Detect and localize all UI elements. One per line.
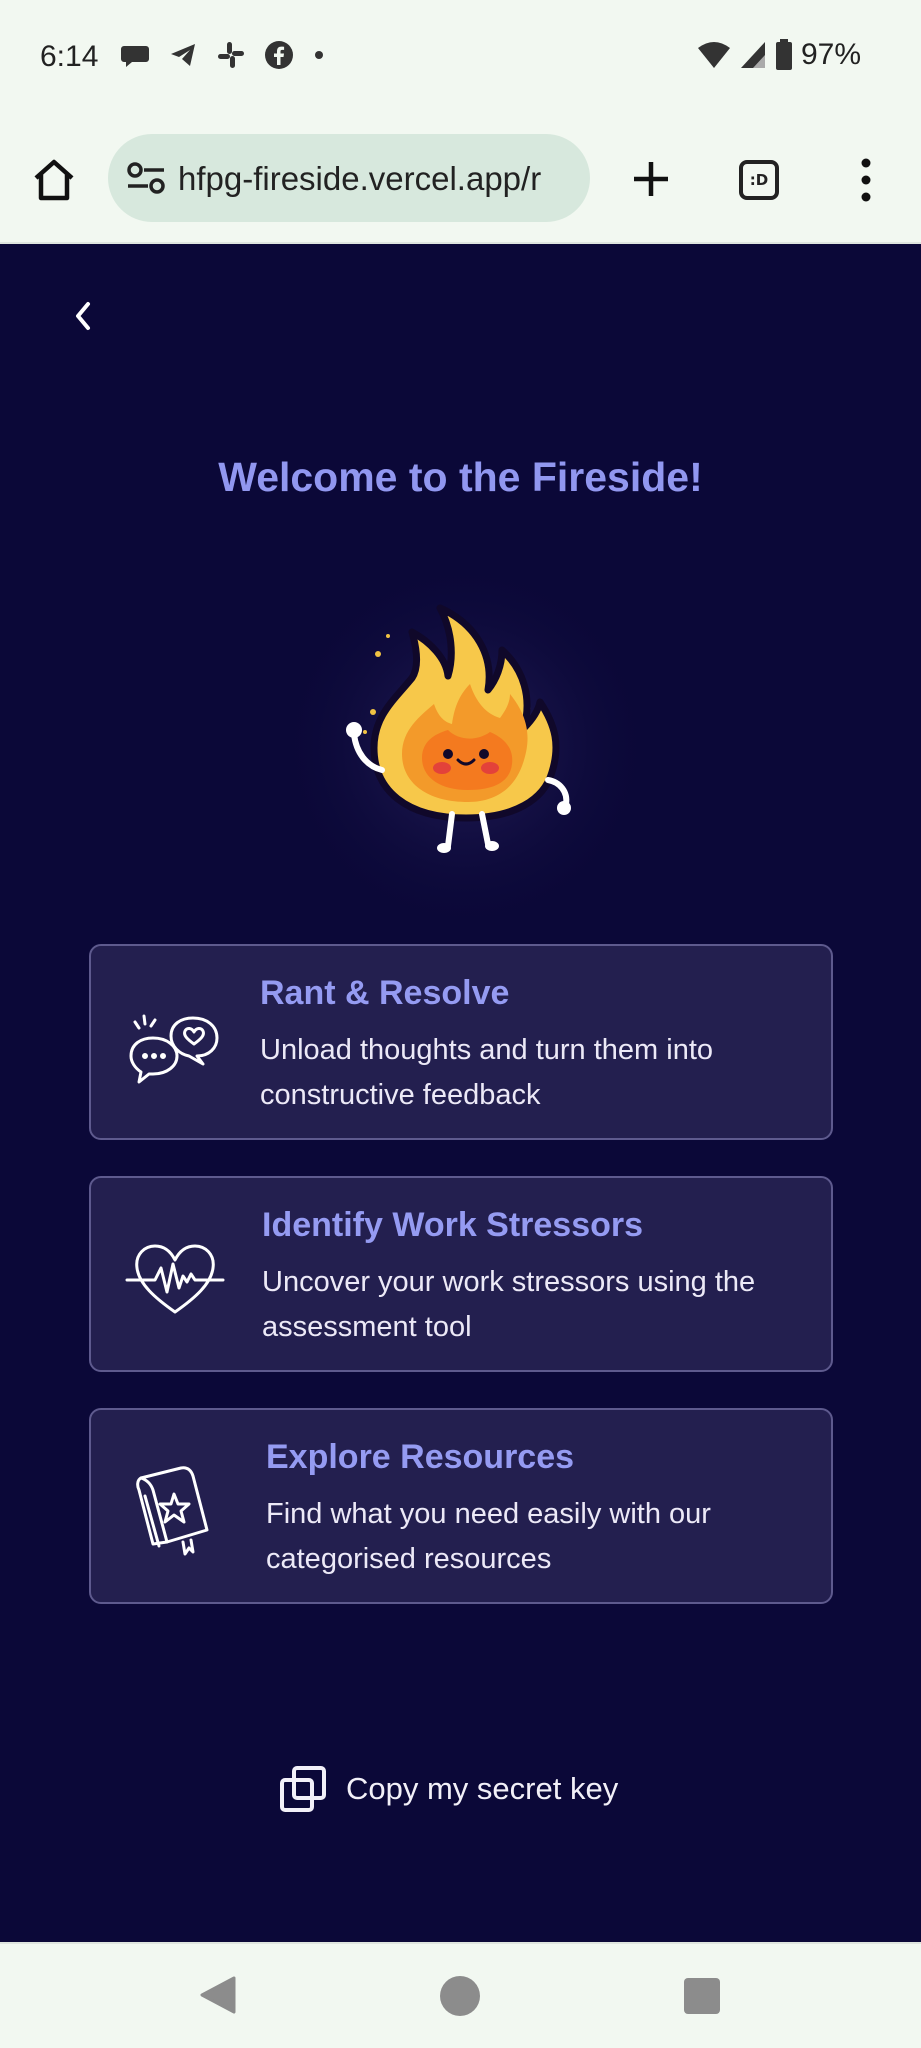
system-nav-bar [0,1942,921,2048]
copy-secret-key-button[interactable]: Copy my secret key [280,1766,618,1812]
card-rant-resolve[interactable]: Rant & Resolve Unload thoughts and turn … [89,944,833,1140]
browser-toolbar: hfpg-fireside.vercel.app/r :D [0,118,921,244]
card-explore-resources[interactable]: Explore Resources Find what you need eas… [89,1408,833,1604]
fire-mascot-illustration [275,556,650,936]
notification-icons [120,40,326,70]
back-chevron-icon[interactable] [64,296,104,336]
page-title: Welcome to the Fireside! [218,454,703,500]
site-settings-icon[interactable] [126,160,166,196]
page-content: Welcome to the Fireside! Rant & Resolve … [0,246,921,1942]
card-title: Rant & Resolve [260,974,510,1012]
slack-icon [218,42,244,68]
card-description: Unload thoughts and turn them into const… [260,1034,714,1111]
status-right: 97% [697,38,861,72]
nav-recents-icon[interactable] [684,1978,720,2014]
status-time: 6:14 [40,40,99,73]
copy-secret-key-label: Copy my secret key [346,1771,619,1806]
facebook-icon [265,41,293,69]
home-icon[interactable] [30,156,78,204]
card-identify-work-stressors[interactable]: Identify Work Stressors Uncover your wor… [89,1176,833,1372]
battery-percent: 97% [800,38,861,71]
url-text: hfpg-fireside.vercel.app/r [178,160,542,197]
chat-bubbles-heart-icon [129,1014,219,1084]
tab-switcher-button[interactable]: :D [739,160,779,200]
status-bar: 6:14 97% [0,0,921,118]
new-tab-icon[interactable] [626,154,676,204]
wifi-icon [697,42,730,68]
card-title: Explore Resources [266,1438,575,1476]
nav-back-icon[interactable] [198,1974,238,2016]
copy-icon [280,1766,326,1812]
battery-icon [775,39,792,70]
more-options-icon[interactable] [852,156,880,204]
heartbeat-icon [125,1244,225,1314]
chat-icon [121,46,149,67]
card-description: Uncover your work stressors using the as… [262,1266,756,1343]
nav-home-icon[interactable] [440,1976,480,2016]
card-title: Identify Work Stressors [262,1206,644,1244]
book-star-icon [136,1466,209,1556]
address-bar[interactable]: hfpg-fireside.vercel.app/r [108,134,590,222]
telegram-icon [171,44,195,66]
cellular-signal-icon [740,42,765,68]
card-description: Find what you need easily with our categ… [266,1498,711,1575]
dot-icon [315,51,323,59]
